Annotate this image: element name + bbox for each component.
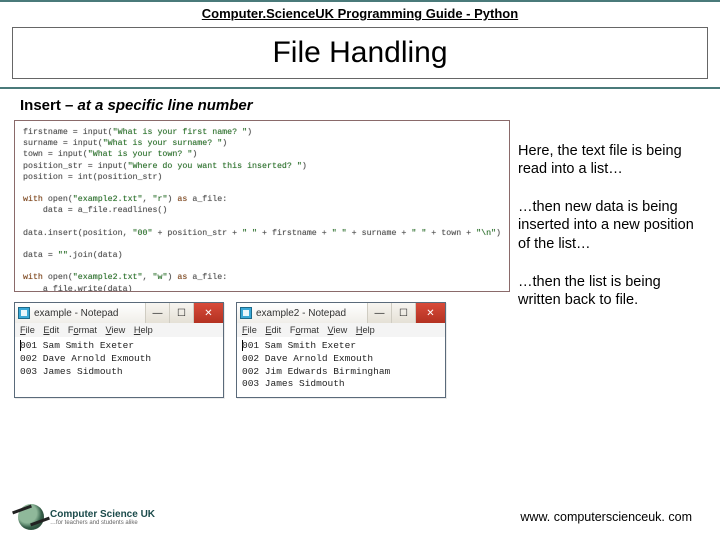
globe-icon [18, 504, 44, 530]
menu-help[interactable]: Help [356, 325, 375, 335]
menu-file[interactable]: File [242, 325, 257, 335]
left-column: firstname = input("What is your first na… [14, 120, 510, 398]
page-title: File Handling [13, 36, 707, 70]
titlebar[interactable]: example2 - Notepad — ☐ ✕ [237, 303, 445, 323]
maximize-button[interactable]: ☐ [391, 303, 415, 323]
logo-line1: Computer Science UK [50, 509, 155, 520]
notepad-row: example - Notepad — ☐ ✕ File Edit Format… [14, 302, 510, 398]
footer-url: www. computerscienceuk. com [520, 510, 692, 524]
menu-edit[interactable]: Edit [43, 325, 59, 335]
logo-line2: …for teachers and students alike [50, 520, 155, 526]
minimize-button[interactable]: — [367, 303, 391, 323]
menu-view[interactable]: View [328, 325, 348, 335]
notepad-window-2: example2 - Notepad — ☐ ✕ File Edit Forma… [236, 302, 446, 398]
section-subhead: Insert – at a specific line number [0, 89, 720, 120]
notepad-icon [18, 307, 30, 319]
window-title: example2 - Notepad [256, 308, 367, 319]
titlebar[interactable]: example - Notepad — ☐ ✕ [15, 303, 223, 323]
menu-edit[interactable]: Edit [265, 325, 281, 335]
close-button[interactable]: ✕ [193, 303, 223, 323]
footer-logo: Computer Science UK …for teachers and st… [18, 504, 155, 530]
explain-p1: Here, the text file is being read into a… [518, 142, 706, 178]
notepad-icon [240, 307, 252, 319]
text-area[interactable]: 001 Sam Smith Exeter 002 Dave Arnold Exm… [15, 337, 223, 384]
minimize-button[interactable]: — [145, 303, 169, 323]
text-area[interactable]: 001 Sam Smith Exeter 002 Dave Arnold Exm… [237, 337, 445, 397]
menu-format[interactable]: Format [68, 325, 97, 335]
title-box: File Handling [12, 27, 708, 79]
menu-bar[interactable]: File Edit Format View Help [15, 323, 223, 337]
right-column: Here, the text file is being read into a… [518, 120, 706, 398]
subhead-lead: Insert – [20, 97, 78, 114]
maximize-button[interactable]: ☐ [169, 303, 193, 323]
logo-text: Computer Science UK …for teachers and st… [50, 509, 155, 526]
content-row: firstname = input("What is your first na… [0, 120, 720, 398]
footer: Computer Science UK …for teachers and st… [0, 504, 720, 530]
explain-p2: …then new data is being inserted into a … [518, 198, 706, 252]
code-editor: firstname = input("What is your first na… [14, 120, 510, 292]
menu-format[interactable]: Format [290, 325, 319, 335]
menu-file[interactable]: File [20, 325, 35, 335]
menu-view[interactable]: View [106, 325, 126, 335]
menu-bar[interactable]: File Edit Format View Help [237, 323, 445, 337]
notepad-window-1: example - Notepad — ☐ ✕ File Edit Format… [14, 302, 224, 398]
menu-help[interactable]: Help [134, 325, 153, 335]
window-title: example - Notepad [34, 308, 145, 319]
close-button[interactable]: ✕ [415, 303, 445, 323]
subhead-emph: at a specific line number [78, 97, 253, 114]
brand-line: Computer.ScienceUK Programming Guide - P… [0, 6, 720, 21]
header-band: Computer.ScienceUK Programming Guide - P… [0, 0, 720, 89]
explain-p3: …then the list is being written back to … [518, 273, 706, 309]
